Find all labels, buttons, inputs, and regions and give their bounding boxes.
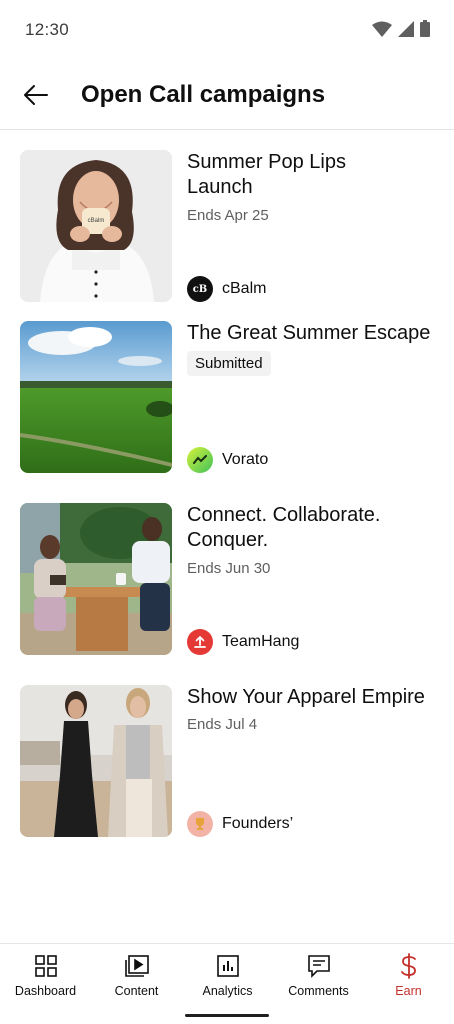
status-bar: 12:30 [0,0,454,62]
vorato-mark-icon [193,455,207,464]
page-title: Open Call campaigns [81,81,326,108]
nav-label: Dashboard [14,984,77,998]
content-icon [124,955,149,977]
battery-icon [420,20,430,37]
teamhang-logo [187,629,213,655]
campaign-card-summer-escape[interactable]: The Great Summer Escape Submitted Vorato [20,321,436,473]
nav-content[interactable]: Content [91,944,182,1004]
campaign-thumbnail[interactable] [20,503,172,655]
campaign-end-date: Ends Jun 30 [187,560,271,577]
status-time: 12:30 [25,20,70,39]
home-indicator [185,1014,269,1017]
campaign-thumbnail[interactable] [20,685,172,837]
nav-label: Content [114,984,159,998]
brand-name: TeamHang [222,633,300,650]
brand-row: TeamHang [187,629,299,655]
woman-holding-product-image: cBalm [20,150,172,302]
nav-analytics[interactable]: Analytics [182,944,273,1004]
cbalm-logo: cB [187,276,213,302]
analytics-icon [216,955,239,977]
campaign-end-date: Ends Apr 25 [187,207,269,224]
nav-label: Analytics [202,984,253,998]
svg-text:cBalm: cBalm [88,218,105,224]
dollar-icon [400,953,416,979]
campaign-thumbnail[interactable] [20,321,172,473]
nav-comments[interactable]: Comments [273,944,364,1004]
two-models-fashion-image [20,685,172,837]
back-button[interactable] [18,77,54,113]
campaign-title: Connect. Collaborate. Conquer. [187,504,381,551]
cell-signal-icon [398,20,414,37]
bottom-navigation: Dashboard Content Analytics Comments Ear… [0,943,454,1024]
nav-dashboard[interactable]: Dashboard [0,944,91,1004]
people-at-table-image [20,503,172,655]
brand-name: cBalm [222,280,267,297]
nav-earn[interactable]: Earn [363,944,454,1004]
campaign-card-connect-collaborate[interactable]: Connect. Collaborate. Conquer. Ends Jun … [20,503,436,655]
campaign-title: Show Your Apparel Empire [187,686,425,708]
status-badge: Submitted [187,351,271,376]
wifi-icon [372,21,392,37]
brand-row: cB cBalm [187,276,266,302]
nav-label: Earn [395,984,422,998]
brand-name: Founders’ [222,815,294,832]
app-bar: Open Call campaigns [0,62,454,130]
brand-name: Vorato [222,451,269,468]
campaign-card-apparel-empire[interactable]: Show Your Apparel Empire Ends Jul 4 Foun… [20,685,436,837]
brand-row: Founders’ [187,811,293,837]
campaign-end-date: Ends Jul 4 [187,716,258,733]
back-arrow-icon [24,85,48,105]
comments-icon [307,955,330,978]
campaign-thumbnail[interactable]: cBalm [20,150,172,302]
nav-label: Comments [288,984,349,998]
trophy-icon [196,818,204,830]
campaign-title: Summer Pop Lips Launch [187,151,346,198]
founders-logo [187,811,213,837]
vorato-logo [187,447,213,473]
green-field-landscape-image [20,321,172,473]
dashboard-icon [34,955,57,977]
campaign-title: The Great Summer Escape [187,322,431,344]
brand-row: Vorato [187,447,268,473]
upload-arrow-icon [194,636,206,648]
campaign-card-summer-pop-lips[interactable]: cBalm Summer Pop Lips Launch Ends Apr 25… [20,150,436,302]
status-icons [372,20,430,37]
